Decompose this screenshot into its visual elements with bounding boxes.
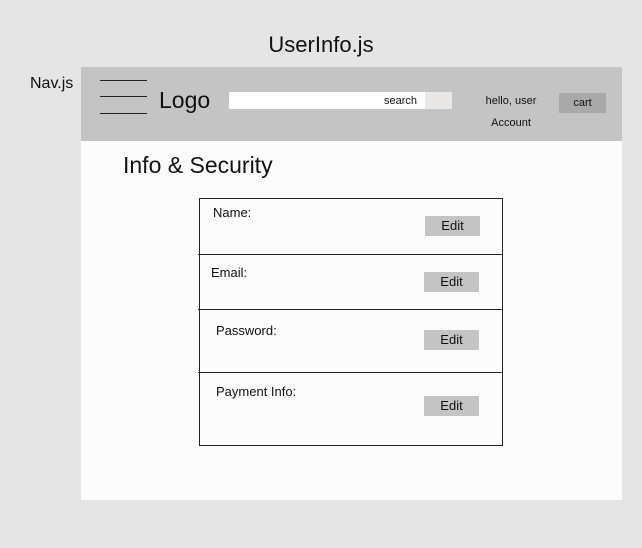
hamburger-line bbox=[100, 113, 147, 114]
nav-component-label: Nav.js bbox=[30, 75, 74, 92]
payment-info-label: Payment Info: bbox=[216, 384, 297, 399]
name-label: Name: bbox=[213, 205, 252, 220]
edit-name-button[interactable]: Edit bbox=[425, 216, 480, 236]
search-input[interactable] bbox=[229, 92, 425, 109]
page-title: Info & Security bbox=[123, 152, 273, 178]
cart-button[interactable]: cart bbox=[559, 93, 606, 113]
info-security-panel: Name: Edit Email: Edit Password: Edit Pa… bbox=[198, 198, 503, 446]
edit-payment-button[interactable]: Edit bbox=[424, 396, 479, 416]
password-label: Password: bbox=[216, 323, 277, 338]
search-button[interactable] bbox=[425, 92, 452, 109]
divider bbox=[198, 254, 503, 255]
file-title: UserInfo.js bbox=[268, 32, 374, 57]
greeting-text: hello, user bbox=[485, 95, 537, 107]
user-info-content: Info & Security Name: Edit Email: Edit P… bbox=[81, 141, 622, 500]
edit-email-button[interactable]: Edit bbox=[424, 272, 479, 292]
divider bbox=[198, 309, 503, 310]
account-menu[interactable]: hello, user Account bbox=[461, 90, 561, 134]
email-label: Email: bbox=[211, 265, 248, 280]
account-link[interactable]: Account bbox=[461, 112, 561, 134]
logo[interactable]: Logo bbox=[159, 87, 210, 114]
divider bbox=[198, 372, 503, 373]
navbar: Logo hello, user Account cart bbox=[81, 67, 622, 141]
edit-password-button[interactable]: Edit bbox=[424, 330, 479, 350]
hamburger-line bbox=[100, 80, 147, 81]
hamburger-line bbox=[100, 96, 147, 97]
